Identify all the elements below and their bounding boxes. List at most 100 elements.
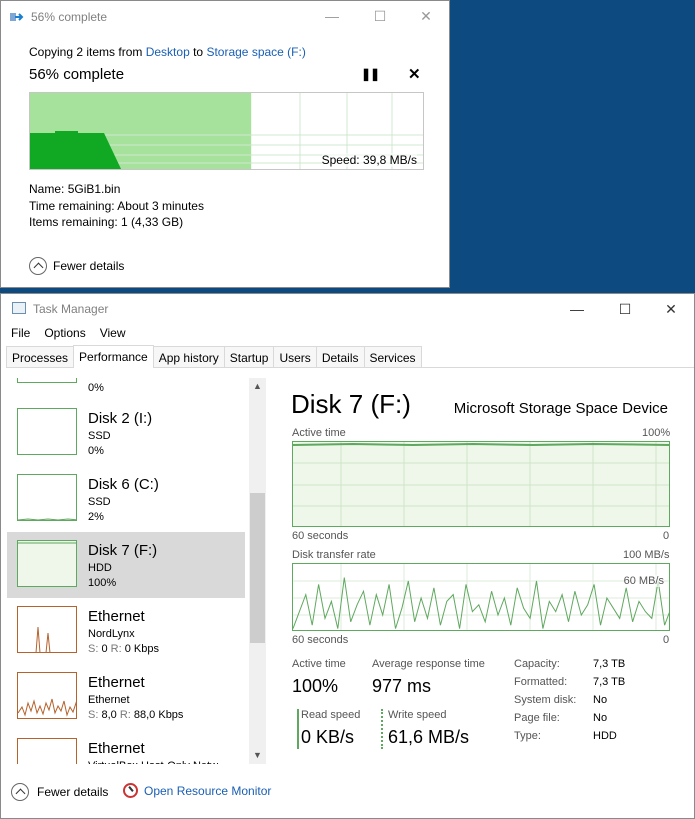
chevron-up-icon (29, 257, 47, 275)
sidebar-name: Disk 6 (C:) (88, 476, 159, 493)
sidebar-throughput: S: 0 R: 0 Kbps (88, 643, 159, 655)
scroll-thumb[interactable] (250, 493, 265, 643)
tab-processes[interactable]: Processes (6, 346, 75, 367)
mini-graph (17, 738, 77, 764)
transfer-rate-graph: 60 MB/s (292, 563, 670, 631)
active-time-stat-label: Active time (292, 658, 346, 670)
sidebar-name: Disk 2 (I:) (88, 410, 153, 427)
recv-value: 88,0 Kbps (133, 709, 184, 721)
tm-window-title: Task Manager (33, 302, 109, 316)
source-link[interactable]: Desktop (146, 45, 190, 59)
sidebar-value: 2% (88, 511, 104, 523)
tm-maximize-button[interactable]: ☐ (602, 294, 648, 325)
sidebar-name: Ethernet (88, 740, 145, 757)
open-resource-monitor-link[interactable]: Open Resource Monitor (123, 783, 271, 798)
cancel-copy-button[interactable]: ✕ (408, 65, 421, 83)
time-remaining-row: Time remaining: About 3 minutes (29, 199, 204, 213)
formatted-value: 7,3 TB (593, 676, 626, 688)
transfer-rate-label: Disk transfer rate (292, 549, 376, 561)
sidebar-name: Ethernet (88, 674, 145, 691)
sidebar-type: NordLynx (88, 628, 135, 640)
scroll-down-icon[interactable]: ▼ (249, 747, 266, 764)
tab-users[interactable]: Users (273, 346, 317, 367)
copying-prefix: Copying 2 items from (29, 45, 143, 59)
avg-response-value: 977 ms (372, 676, 432, 696)
tab-performance[interactable]: Performance (73, 345, 154, 368)
disk-model: Microsoft Storage Space Device (453, 400, 668, 417)
tab-startup[interactable]: Startup (223, 346, 275, 367)
sidebar-item-ethernet[interactable]: Ethernet Ethernet S: 8,0 R: 88,0 Kbps (7, 664, 245, 730)
tm-close-button[interactable]: ✕ (648, 294, 694, 325)
menu-file[interactable]: File (11, 326, 30, 340)
recv-label: R: (119, 709, 131, 721)
send-label: S: (88, 709, 99, 721)
sidebar-throughput: S: 8,0 R: 88,0 Kbps (88, 709, 183, 721)
send-label: S: (88, 643, 99, 655)
system-disk-label: System disk: (514, 694, 577, 706)
page-file-value: No (593, 712, 608, 724)
items-remaining-row: Items remaining: 1 (4,33 GB) (29, 215, 183, 229)
minimize-button[interactable]: — (309, 1, 355, 32)
x-axis-right: 0 (663, 530, 670, 542)
sidebar-scrollbar[interactable]: ▲ ▼ (249, 378, 266, 764)
type-label: Type: (514, 730, 541, 742)
copy-description: Copying 2 items from Desktop to Storage … (29, 45, 306, 59)
destination-link[interactable]: Storage space (F:) (206, 45, 305, 59)
items-value: 1 (4,33 GB) (121, 215, 184, 229)
mini-graph (17, 540, 77, 587)
fewer-details-toggle[interactable]: Fewer details (29, 257, 124, 275)
tab-details[interactable]: Details (315, 346, 365, 367)
x-axis-left-2: 60 seconds (292, 634, 349, 646)
tm-fewer-details[interactable]: Fewer details (11, 783, 108, 801)
active-time-stat: 100% (292, 676, 339, 696)
tab-app-history[interactable]: App history (152, 346, 225, 367)
sidebar-item-disk-7[interactable]: Disk 7 (F:) HDD 100% (7, 532, 245, 598)
task-manager-window: Task Manager — ☐ ✕ File Options View Pro… (0, 293, 695, 819)
sidebar-type: HDD (88, 562, 112, 574)
formatted-label: Formatted: (514, 676, 568, 688)
speed-readout: Speed: 39,8 MB/s (321, 153, 417, 167)
percent-complete: 56% complete (29, 66, 125, 83)
recv-value: 0 Kbps (124, 643, 159, 655)
close-button[interactable]: ✕ (403, 1, 449, 32)
sidebar-item-disk-6[interactable]: Disk 6 (C:) SSD 2% (7, 466, 245, 532)
page-file-label: Page file: (514, 712, 560, 724)
sidebar-item-ethernet-virtualbox[interactable]: Ethernet VirtualBox Host-Only Netw (7, 730, 245, 764)
sidebar-type: SSD (88, 496, 111, 508)
copy-progress-window: 56% complete — ☐ ✕ Copying 2 items from … (0, 0, 450, 288)
tm-fewer-details-label: Fewer details (37, 785, 109, 799)
tm-minimize-button[interactable]: — (554, 294, 600, 325)
read-speed-marker (297, 709, 299, 749)
resource-monitor-label: Open Resource Monitor (144, 783, 272, 798)
sidebar-type: VirtualBox Host-Only Netw (88, 760, 218, 764)
to-word: to (193, 45, 204, 59)
disk-title: Disk 7 (F:) (291, 389, 411, 419)
time-label: Time remaining: (29, 199, 115, 213)
tm-titlebar[interactable]: Task Manager — ☐ ✕ (1, 294, 694, 325)
pause-button[interactable]: ❚❚ (361, 67, 380, 81)
sidebar-item-disk-2[interactable]: Disk 2 (I:) SSD 0% (7, 400, 245, 466)
tab-strip: Processes Performance App history Startu… (6, 345, 694, 368)
type-value: HDD (593, 730, 617, 742)
tab-services[interactable]: Services (363, 346, 422, 367)
transfer-scale-label: 60 MB/s (623, 575, 664, 587)
transfer-rate-line (293, 577, 669, 629)
menu-view[interactable]: View (100, 326, 126, 340)
sidebar-name: Disk 7 (F:) (88, 542, 158, 559)
mini-graph (17, 606, 77, 653)
time-value: About 3 minutes (117, 199, 204, 213)
sidebar-type: Ethernet (88, 694, 130, 706)
write-speed-marker (381, 709, 383, 749)
write-speed-label: Write speed (388, 709, 447, 721)
sidebar-item-ethernet-nordlynx[interactable]: Ethernet NordLynx S: 0 R: 0 Kbps (7, 598, 245, 664)
name-value: 5GiB1.bin (67, 182, 121, 196)
sidebar-item-disk-prev[interactable]: 0% (7, 378, 245, 394)
name-label: Name: (29, 182, 65, 196)
copy-titlebar[interactable]: 56% complete — ☐ ✕ (1, 1, 449, 32)
maximize-button[interactable]: ☐ (357, 1, 403, 32)
scroll-up-icon[interactable]: ▲ (249, 378, 266, 395)
menu-options[interactable]: Options (44, 326, 85, 340)
menu-bar: File Options View (11, 326, 126, 340)
capacity-value: 7,3 TB (593, 658, 626, 670)
sidebar-value: 0% (88, 445, 104, 457)
